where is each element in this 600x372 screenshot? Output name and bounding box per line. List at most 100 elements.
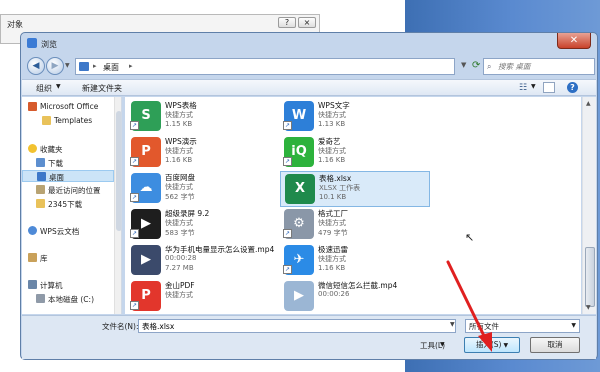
nav-scrollbar[interactable]	[114, 97, 121, 314]
file-size: 1.16 KB	[318, 264, 346, 272]
file-item[interactable]: ▶ 微信短信怎么拦截.mp4 00:00:26	[280, 279, 430, 314]
nav-item-recent[interactable]: 最近访问的位置	[22, 184, 114, 196]
background-help-button[interactable]: ?	[278, 17, 296, 28]
breadcrumb-separator: ▸	[93, 62, 97, 70]
file-size: 562 字节	[165, 193, 195, 201]
file-type: 快捷方式	[318, 111, 346, 119]
file-item[interactable]: ▶ 华为手机电量显示怎么设置.mp4 00:00:28 7.27 MB	[127, 243, 277, 279]
cloud-icon	[28, 226, 37, 235]
filename-label: 文件名(N):	[102, 322, 139, 331]
search-icon: ⌕	[487, 62, 492, 71]
nav-item-label: 桌面	[49, 173, 64, 182]
insert-button-label: 插入(S)	[475, 340, 502, 349]
address-dropdown-icon[interactable]: ▼	[461, 61, 466, 69]
back-button[interactable]: ◀	[27, 57, 45, 75]
nav-item-computer[interactable]: 计算机	[22, 279, 114, 291]
shortcut-arrow-icon: ↗	[130, 157, 139, 166]
nav-item-label: 收藏夹	[40, 145, 63, 154]
nav-item-label: 计算机	[40, 281, 63, 290]
desktop-icon	[37, 172, 46, 181]
file-size: 583 字节	[165, 229, 195, 237]
filename-input[interactable]	[138, 319, 456, 333]
nav-item-favorites[interactable]: 收藏夹	[22, 143, 114, 155]
preview-pane-icon[interactable]	[543, 82, 555, 93]
file-glyph-icon: X	[294, 181, 306, 196]
organize-button[interactable]: 组织	[36, 83, 52, 94]
library-icon	[28, 253, 37, 262]
nav-item-label: 库	[40, 254, 48, 263]
shortcut-arrow-icon: ↗	[283, 157, 292, 166]
shortcut-arrow-icon: ↗	[283, 121, 292, 130]
filename-dropdown-icon[interactable]: ▼	[450, 321, 455, 328]
tools-dropdown-icon[interactable]: ▼	[440, 341, 445, 348]
file-size: 1.15 KB	[165, 120, 193, 128]
scroll-down-icon[interactable]: ▼	[586, 304, 591, 311]
nav-item-label: 本地磁盘 (C:)	[48, 295, 94, 304]
new-folder-button[interactable]: 新建文件夹	[82, 83, 122, 94]
address-bar[interactable]: ▸ 桌面 ▸	[75, 58, 455, 75]
scroll-up-icon[interactable]: ▲	[586, 100, 591, 107]
file-item[interactable]: iQ ↗ 爱奇艺 快捷方式 1.16 KB	[280, 135, 430, 171]
background-dialog-title: 对象	[7, 20, 23, 29]
navigation-pane: Microsoft Office Templates 收藏夹 下载 桌面 最近访…	[22, 97, 122, 314]
nav-scroll-thumb[interactable]	[116, 111, 121, 231]
file-size: 7.27 MB	[165, 264, 194, 272]
file-item[interactable]: P ↗ WPS演示 快捷方式 1.16 KB	[127, 135, 277, 171]
file-size: 10.1 KB	[319, 193, 347, 201]
recent-pages-dropdown-icon[interactable]: ▼	[65, 62, 70, 69]
nav-item-2345[interactable]: 2345下载	[22, 198, 114, 210]
file-type: 快捷方式	[318, 147, 346, 155]
file-item[interactable]: W ↗ WPS文字 快捷方式 1.13 KB	[280, 99, 430, 135]
help-icon[interactable]: ?	[567, 82, 578, 93]
nav-item-desktop[interactable]: 桌面	[22, 170, 114, 182]
file-item[interactable]: ▶ ↗ 超级录屏 9.2 快捷方式 583 字节	[127, 207, 277, 243]
file-list: S ↗ WPS表格 快捷方式 1.15 KB W ↗ WPS文字 快捷方式 1.13 KB P ↗ WP…	[125, 97, 581, 314]
file-size: 479 字节	[318, 229, 348, 237]
file-type-select[interactable]: 所有文件 ▼	[465, 319, 580, 333]
scroll-thumb[interactable]	[585, 247, 595, 307]
nav-item-label: WPS云文档	[40, 227, 80, 236]
app-icon	[27, 38, 37, 48]
file-type: 快捷方式	[165, 219, 193, 227]
folder-icon	[42, 116, 51, 125]
file-item[interactable]: P ↗ 金山PDF 快捷方式	[127, 279, 277, 314]
recent-icon	[36, 185, 45, 194]
cancel-button[interactable]: 取消	[530, 337, 580, 353]
nav-item-disk-c[interactable]: 本地磁盘 (C:)	[22, 293, 114, 305]
file-item[interactable]: ⚙ ↗ 格式工厂 快捷方式 479 字节	[280, 207, 430, 243]
shortcut-arrow-icon: ↗	[283, 265, 292, 274]
breadcrumb-desktop[interactable]: 桌面	[103, 62, 119, 73]
nav-item-wps-cloud[interactable]: WPS云文档	[22, 225, 114, 237]
nav-item-downloads[interactable]: 下载	[22, 157, 114, 169]
forward-button[interactable]: ▶	[46, 57, 64, 75]
window-title: 浏览	[41, 40, 57, 49]
nav-item-office[interactable]: Microsoft Office	[22, 101, 114, 113]
nav-item-library[interactable]: 库	[22, 252, 114, 264]
file-type: 快捷方式	[165, 291, 193, 299]
nav-item-templates[interactable]: Templates	[22, 115, 114, 127]
file-item[interactable]: S ↗ WPS表格 快捷方式 1.15 KB	[127, 99, 277, 135]
view-dropdown-icon[interactable]: ▼	[531, 83, 536, 90]
file-type: 快捷方式	[318, 255, 346, 263]
shortcut-arrow-icon: ↗	[130, 301, 139, 310]
search-input[interactable]	[498, 60, 588, 73]
nav-item-label: Microsoft Office	[40, 102, 99, 111]
folder-icon	[79, 62, 89, 71]
file-item[interactable]: ✈ ↗ 极速迅雷 快捷方式 1.16 KB	[280, 243, 430, 279]
view-icon[interactable]: ☷	[519, 83, 527, 93]
insert-button[interactable]: 插入(S) ▼	[464, 337, 520, 353]
nav-item-label: 最近访问的位置	[48, 186, 101, 195]
close-button[interactable]: ✕	[557, 33, 591, 49]
file-list-scrollbar[interactable]: ▲ ▼	[582, 97, 596, 314]
toolbar: 组织 ▼ 新建文件夹 ☷ ▼ ?	[22, 79, 596, 96]
refresh-icon[interactable]: ⟳	[472, 60, 480, 71]
organize-dropdown-icon[interactable]: ▼	[56, 83, 61, 90]
file-glyph-icon: ▶	[141, 252, 151, 267]
insert-dropdown-icon[interactable]: ▼	[504, 342, 509, 349]
file-item[interactable]: X 表格.xlsx XLSX 工作表 10.1 KB	[280, 171, 430, 207]
folder-icon	[36, 199, 45, 208]
breadcrumb-arrow[interactable]: ▸	[129, 62, 133, 70]
file-glyph-icon: ▶	[294, 288, 304, 303]
file-item[interactable]: ☁ ↗ 百度网盘 快捷方式 562 字节	[127, 171, 277, 207]
background-close-button[interactable]: ×	[298, 17, 316, 28]
